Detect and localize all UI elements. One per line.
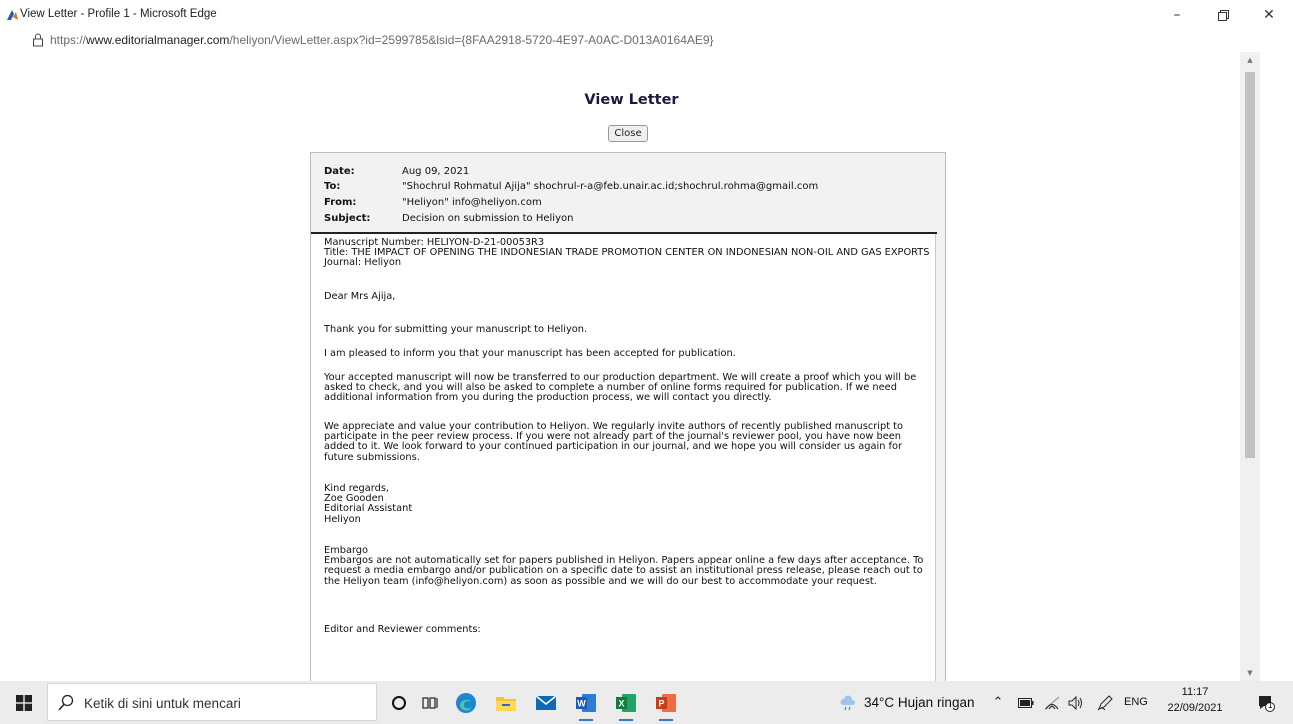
letter-body: Manuscript Number: HELIYON-D-21-00053R3 …: [311, 234, 936, 681]
url-text[interactable]: https://www.editorialmanager.com/heliyon…: [50, 33, 714, 47]
address-bar[interactable]: https://www.editorialmanager.com/heliyon…: [0, 30, 1293, 52]
wifi-button[interactable]: [1042, 681, 1062, 724]
window-right-edge: [1260, 52, 1293, 681]
cortana-button[interactable]: [385, 681, 413, 724]
file-explorer-taskbar-button[interactable]: [488, 681, 524, 724]
excel-running-indicator: [619, 719, 633, 721]
taskbar-search-box[interactable]: Ketik di sini untuk mencari: [47, 683, 377, 721]
to-value: "Shochrul Rohmatul Ajija" shochrul-r-a@f…: [402, 181, 819, 192]
window-title: View Letter - Profile 1 - Microsoft Edge: [20, 8, 217, 20]
powerpoint-icon: P: [656, 693, 676, 712]
folder-icon: [496, 696, 516, 711]
clock-date[interactable]: 22/09/2021: [1164, 702, 1226, 714]
svg-text:W: W: [577, 698, 586, 708]
close-window-button[interactable]: ✕: [1246, 0, 1292, 30]
svg-text:X: X: [618, 698, 624, 708]
restore-button[interactable]: [1200, 0, 1246, 30]
scrollbar-thumb[interactable]: [1245, 72, 1255, 458]
clock-time[interactable]: 11:17: [1171, 686, 1219, 698]
page-title: View Letter: [584, 92, 679, 108]
start-button[interactable]: [10, 681, 38, 724]
taskbar: Ketik di sini untuk mencari W X P 34°C H…: [0, 681, 1293, 724]
chevron-up-icon: ⌃: [992, 695, 1004, 710]
volume-button[interactable]: [1066, 681, 1086, 724]
weather-button[interactable]: [838, 681, 858, 724]
excel-icon: X: [616, 693, 636, 712]
show-hidden-icons-button[interactable]: ⌃: [989, 681, 1007, 724]
powerpoint-taskbar-button[interactable]: P: [648, 681, 684, 724]
minimize-button[interactable]: –: [1154, 0, 1200, 30]
date-label: Date:: [324, 166, 355, 177]
search-icon: [58, 694, 74, 711]
svg-text:P: P: [658, 698, 664, 708]
excel-taskbar-button[interactable]: X: [608, 681, 644, 724]
subject-value: Decision on submission to Heliyon: [402, 213, 574, 224]
action-center-button[interactable]: 1: [1252, 681, 1280, 724]
letter-panel: Date: Aug 09, 2021 To: "Shochrul Rohmatu…: [310, 152, 946, 681]
scroll-up-arrow-icon[interactable]: ▲: [1240, 52, 1260, 68]
word-taskbar-button[interactable]: W: [568, 681, 604, 724]
subject-label: Subject:: [324, 213, 371, 224]
edge-icon: [456, 692, 476, 713]
date-value: Aug 09, 2021: [402, 166, 470, 177]
pen-button[interactable]: [1094, 681, 1116, 724]
scroll-down-arrow-icon[interactable]: ▼: [1240, 665, 1260, 681]
comments-heading: Editor and Reviewer comments:: [324, 624, 481, 635]
to-label: To:: [324, 181, 341, 192]
url-scheme: https://: [50, 33, 87, 47]
manuscript-info: Manuscript Number: HELIYON-D-21-00053R3 …: [324, 237, 930, 269]
word-running-indicator: [579, 719, 593, 721]
restore-icon: [1217, 9, 1229, 21]
task-view-icon: [422, 696, 438, 709]
app-icon: [7, 10, 18, 20]
search-placeholder: Ketik di sini untuk mencari: [84, 696, 241, 711]
letter-header: Date: Aug 09, 2021 To: "Shochrul Rohmatu…: [311, 153, 945, 231]
lock-icon: [33, 33, 43, 47]
acceptance-text: I am pleased to inform you that your man…: [324, 348, 736, 359]
from-label: From:: [324, 197, 357, 208]
language-indicator[interactable]: ENG: [1124, 696, 1148, 708]
cortana-icon: [392, 695, 406, 710]
mail-taskbar-button[interactable]: [528, 681, 564, 724]
weather-text[interactable]: 34°C Hujan ringan: [864, 695, 974, 710]
signoff: Kind regards, Zoe Gooden Editorial Assis…: [324, 483, 413, 525]
embargo-text: Embargo Embargos are not automatically s…: [324, 545, 924, 587]
greeting: Dear Mrs Ajija,: [324, 291, 396, 302]
windows-logo-icon: [16, 694, 32, 711]
from-value: "Heliyon" info@heliyon.com: [402, 197, 542, 208]
battery-icon: [1018, 697, 1034, 708]
wifi-icon: [1044, 696, 1060, 709]
close-button[interactable]: Close: [608, 125, 648, 142]
battery-button[interactable]: [1016, 681, 1036, 724]
url-host: www.editorialmanager.com: [86, 33, 230, 47]
pen-icon: [1097, 694, 1113, 710]
powerpoint-running-indicator: [659, 719, 673, 721]
rain-cloud-icon: [840, 694, 856, 710]
window-titlebar: View Letter - Profile 1 - Microsoft Edge…: [0, 0, 1293, 30]
notification-count: 1: [1268, 701, 1273, 710]
page-content: View Letter Close Date: Aug 09, 2021 To:…: [0, 52, 1240, 681]
appreciation-text: We appreciate and value your contributio…: [324, 421, 904, 463]
edge-taskbar-button[interactable]: [448, 681, 484, 724]
thanks-text: Thank you for submitting your manuscript…: [324, 324, 588, 335]
url-path: /heliyon/ViewLetter.aspx?id=2599785&lsid…: [229, 33, 714, 47]
volume-icon: [1068, 695, 1082, 710]
vertical-scrollbar[interactable]: ▲ ▼: [1240, 52, 1260, 681]
word-icon: W: [576, 693, 596, 712]
task-view-button[interactable]: [416, 681, 444, 724]
production-text: Your accepted manuscript will now be tra…: [324, 372, 917, 404]
mail-icon: [535, 694, 557, 710]
